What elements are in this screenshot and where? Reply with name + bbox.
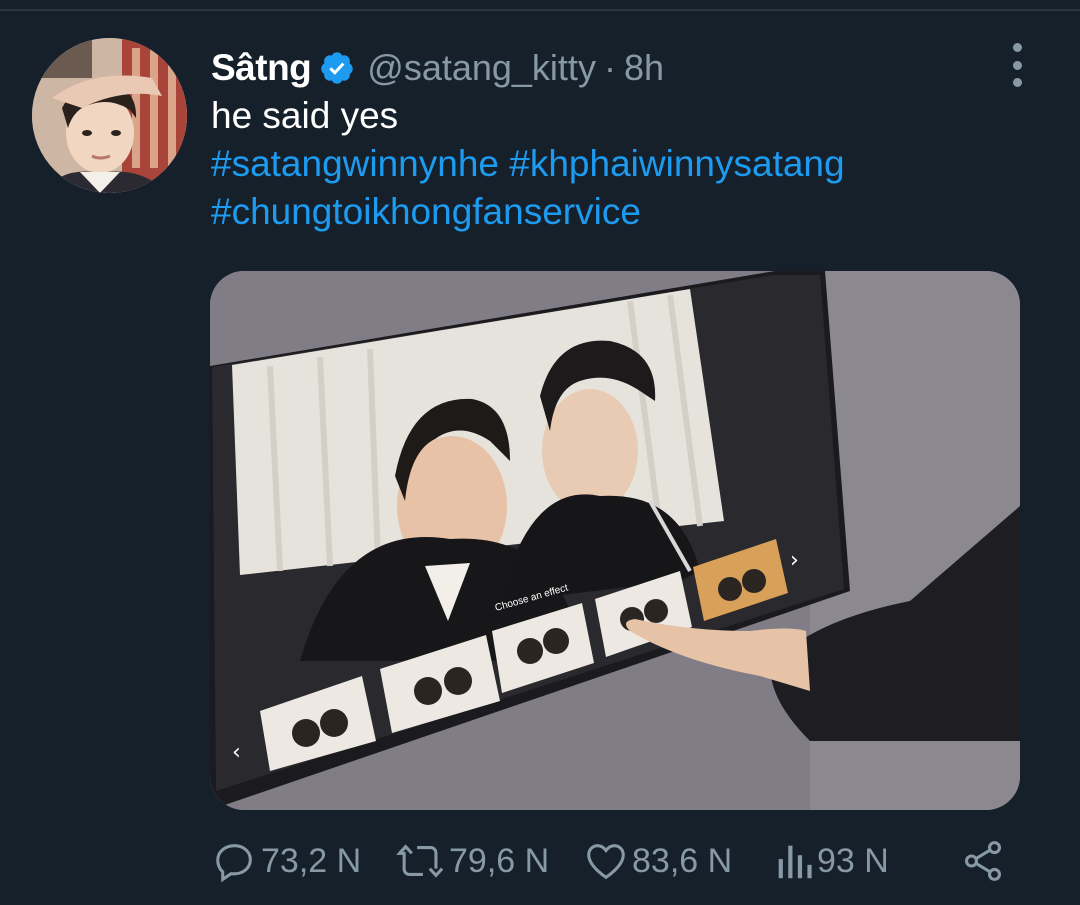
comment-bubble-icon [216,844,252,883]
tweet-text: he said yes [211,95,399,136]
hashtag-link[interactable]: #chungtoikhongfanservice [211,191,641,232]
like-button[interactable]: 83,6 N [583,836,732,886]
verified-badge-icon [319,50,355,86]
retweet-count: 79,6 N [449,841,550,880]
views-count: 93 N [817,841,889,880]
hashtag-link[interactable]: #khphaiwinnysatang [509,143,844,184]
user-handle[interactable]: @satang_kitty [367,47,596,89]
tweet-action-bar: 73,2 N 79,6 N 83,6 N 93 N [212,836,1022,886]
next-effect-arrow: › [790,548,799,573]
tweet-header: Sâtng @satang_kitty · 8h [211,42,1031,94]
separator-dot: · [603,47,616,88]
hashtag-list: #satangwinnynhe #khphaiwinnysatang #chun… [211,140,1031,236]
views-button[interactable]: 93 N [774,836,889,886]
retweet-button[interactable]: 79,6 N [396,836,549,886]
like-count: 83,6 N [632,841,733,880]
top-divider [0,9,1080,11]
share-icon [964,841,1002,881]
tweet-media-photo[interactable]: Choose an effect ‹ › [210,271,1020,810]
heart-icon [587,844,625,880]
photo-booth-image: Choose an effect ‹ › [210,271,1020,810]
reply-button[interactable]: 73,2 N [212,836,361,886]
share-button[interactable] [960,836,1006,886]
retweet-icon [396,844,444,878]
display-name[interactable]: Sâtng [211,47,312,89]
analytics-bars-icon [778,845,812,879]
avatar-photo [32,38,187,193]
avatar[interactable] [32,38,187,193]
prev-effect-arrow: ‹ [232,740,241,765]
hashtag-link[interactable]: #satangwinnynhe [211,143,499,184]
reply-count: 73,2 N [261,841,362,880]
timestamp[interactable]: 8h [624,47,664,89]
more-options-button[interactable] [1004,43,1030,87]
more-vertical-icon [1012,43,1022,52]
tweet-content: Sâtng @satang_kitty · 8h he said yes #sa… [211,42,1031,236]
